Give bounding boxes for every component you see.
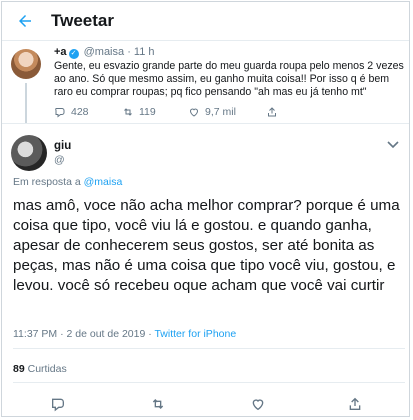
reply-prefix: Em resposta a: [13, 176, 81, 188]
divider: [13, 382, 405, 383]
like-stats[interactable]: 89 Curtidas: [13, 363, 67, 375]
retweet-icon: [124, 108, 132, 116]
like-button[interactable]: 9,7 mil: [188, 106, 236, 118]
thread-line: [25, 83, 27, 123]
parent-tweet-actions: 428 119 9,7 mil: [54, 106, 314, 120]
share-button[interactable]: [347, 396, 363, 412]
parent-tweet[interactable]: +a ✓ @maisa · 11 h Gente, eu esvazio gran…: [2, 41, 409, 124]
tweet-text: Gente, eu esvazio grande parte do meu gu…: [54, 60, 404, 98]
author-handle[interactable]: @maisa: [84, 46, 125, 58]
main-tweet-actions: [2, 396, 411, 412]
reply-button[interactable]: [50, 396, 66, 412]
avatar[interactable]: [11, 135, 47, 171]
tweet-page: Tweetar +a ✓ @maisa · 11 h Gente, eu esva…: [1, 1, 410, 417]
source-link[interactable]: Twitter for iPhone: [154, 328, 236, 340]
like-count: 9,7 mil: [205, 106, 236, 118]
back-arrow-icon[interactable]: [16, 12, 36, 30]
share-icon: [349, 397, 361, 410]
verified-badge-icon: ✓: [68, 49, 79, 59]
avatar[interactable]: [11, 49, 41, 79]
like-button[interactable]: [250, 396, 266, 412]
author-handle[interactable]: @: [54, 154, 65, 166]
reply-button[interactable]: 428: [54, 106, 89, 118]
reply-context: Em resposta a @maisa: [13, 176, 122, 188]
like-total: 89: [13, 363, 25, 375]
tweet-time[interactable]: 11 h: [134, 46, 155, 58]
timestamp-text[interactable]: 11:37 PM · 2 de out de 2019 ·: [13, 328, 152, 340]
separator: ·: [127, 46, 131, 58]
heart-icon: [189, 108, 199, 117]
author-name[interactable]: +a: [54, 46, 67, 58]
parent-tweet-header: +a ✓ @maisa · 11 h: [54, 46, 155, 59]
like-label: Curtidas: [27, 363, 67, 375]
retweet-icon: [152, 399, 164, 409]
heart-icon: [252, 399, 264, 411]
tweet-text: mas amô, voce não acha melhor comprar? p…: [13, 197, 400, 294]
retweet-button[interactable]: [150, 396, 166, 412]
reply-count: 428: [71, 106, 89, 118]
retweet-button[interactable]: 119: [122, 106, 156, 118]
reply-icon: [55, 108, 65, 118]
tweet-timestamp: 11:37 PM · 2 de out de 2019 · Twitter fo…: [13, 328, 236, 340]
reply-icon: [52, 398, 64, 412]
page-title: Tweetar: [51, 11, 114, 30]
chevron-down-icon[interactable]: [387, 138, 401, 149]
header: Tweetar: [2, 2, 409, 41]
retweet-count: 119: [139, 106, 156, 118]
divider: [13, 348, 405, 349]
share-button[interactable]: [266, 106, 278, 118]
reply-mention-link[interactable]: @maisa: [84, 176, 123, 188]
author-name[interactable]: giu: [54, 140, 71, 152]
share-icon: [268, 107, 276, 117]
